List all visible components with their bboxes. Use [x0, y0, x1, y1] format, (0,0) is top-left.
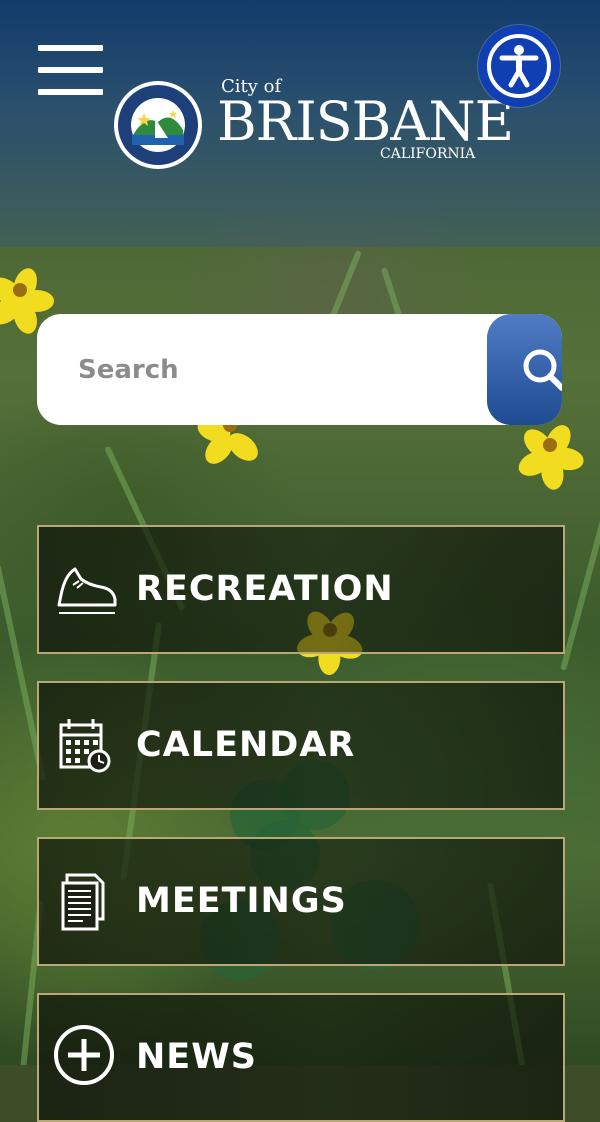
- accessibility-person-icon: [487, 34, 551, 98]
- nav-tile-news[interactable]: NEWS: [37, 993, 565, 1122]
- sneaker-icon: [57, 567, 117, 614]
- search-icon: [523, 349, 562, 391]
- logo-name: BRISBANE: [217, 90, 514, 153]
- logo-state: CALIFORNIA: [380, 146, 476, 162]
- nav-tile-label: MEETINGS: [136, 881, 347, 921]
- nav-tile-label: RECREATION: [136, 569, 394, 609]
- calendar-clock-icon: [59, 719, 111, 773]
- search-bar: [37, 314, 562, 425]
- nav-tile-meetings[interactable]: MEETINGS: [37, 837, 565, 966]
- hamburger-menu-icon[interactable]: [38, 45, 103, 95]
- search-button[interactable]: [487, 314, 562, 425]
- accessibility-button[interactable]: [478, 25, 560, 107]
- nav-tile-recreation[interactable]: RECREATION: [37, 525, 565, 654]
- search-input[interactable]: [37, 314, 449, 425]
- plus-circle-icon: [54, 1025, 114, 1085]
- nav-tile-label: NEWS: [136, 1037, 258, 1077]
- nav-tile-calendar[interactable]: CALENDAR: [37, 681, 565, 810]
- nav-tile-label: CALENDAR: [136, 725, 356, 765]
- site-header: City of BRISBANE CALIFORNIA: [0, 0, 600, 247]
- documents-icon: [61, 873, 105, 931]
- city-seal-icon: [114, 81, 202, 169]
